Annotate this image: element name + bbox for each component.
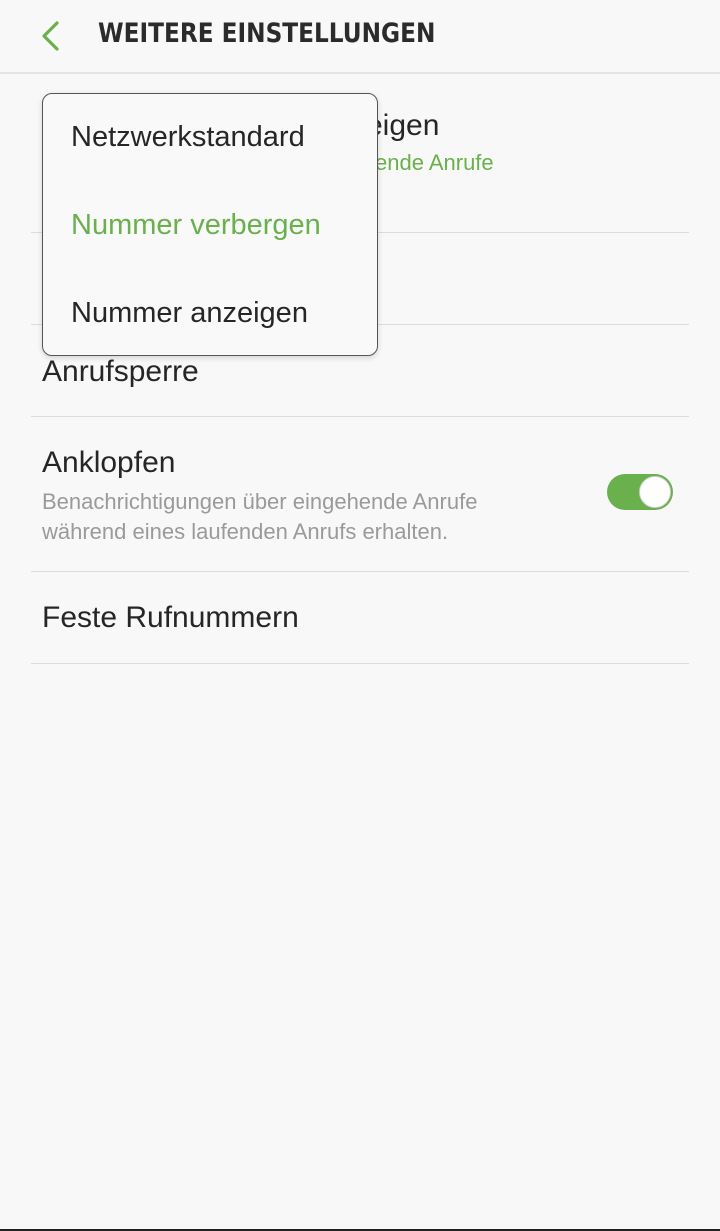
caller-id-popup-menu: Netzwerkstandard Nummer verbergen Nummer… xyxy=(42,93,378,356)
settings-item-call-waiting[interactable]: Anklopfen Benachrichtigungen über eingeh… xyxy=(31,417,689,572)
call-barring-title: Anrufsperre xyxy=(42,355,199,388)
popup-option-show-number[interactable]: Nummer anzeigen xyxy=(71,297,308,330)
page-title: WEITERE EINSTELLUNGEN xyxy=(98,18,436,49)
app-bar: WEITERE EINSTELLUNGEN xyxy=(0,0,720,74)
back-arrow-icon xyxy=(42,21,59,51)
back-button[interactable] xyxy=(28,14,72,58)
caller-id-subtitle: ende Anrufe xyxy=(375,150,494,175)
toggle-knob xyxy=(639,476,671,508)
fixed-dialing-title: Feste Rufnummern xyxy=(42,601,299,634)
call-waiting-title: Anklopfen xyxy=(42,446,176,479)
call-waiting-subtitle: Benachrichtigungen über eingehende Anruf… xyxy=(42,489,478,544)
settings-item-fixed-dialing[interactable]: Feste Rufnummern xyxy=(31,572,689,664)
popup-option-network-default[interactable]: Netzwerkstandard xyxy=(71,121,305,154)
popup-option-hide-number[interactable]: Nummer verbergen xyxy=(71,209,321,242)
call-waiting-toggle[interactable] xyxy=(607,474,673,510)
